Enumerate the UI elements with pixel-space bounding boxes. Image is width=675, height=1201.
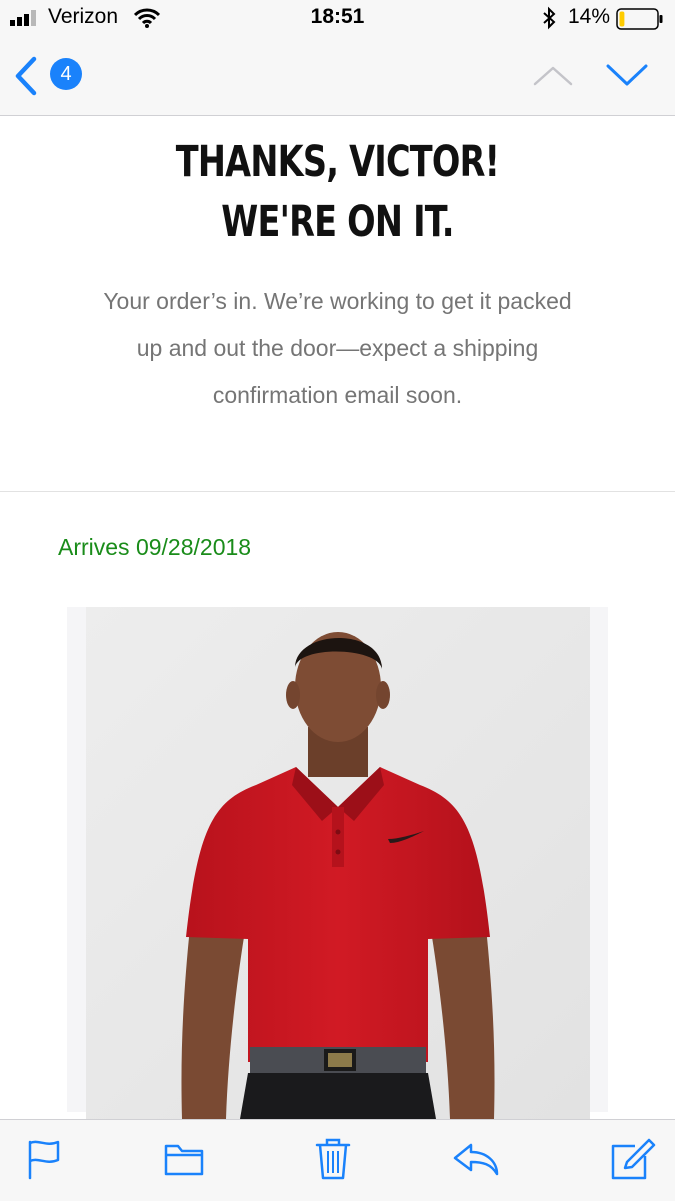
email-body[interactable]: THANKS, VICTOR! WE'RE ON IT. Your order’… <box>0 116 675 1119</box>
product-photo[interactable] <box>86 607 590 1119</box>
headline-line-1: THANKS, VICTOR! <box>175 137 500 187</box>
battery-level-fill <box>619 11 625 27</box>
unread-count-badge[interactable]: 4 <box>50 58 82 90</box>
bottom-toolbar <box>0 1119 675 1201</box>
compose-icon[interactable] <box>609 1138 657 1180</box>
status-bar: Verizon 18:51 14% <box>0 0 675 38</box>
red-polo-model-illustration <box>86 607 590 1119</box>
headline-line-2: WE'RE ON IT. <box>221 197 454 247</box>
arrival-date: Arrives 09/28/2018 <box>58 534 252 560</box>
reply-icon[interactable] <box>451 1138 501 1180</box>
trash-icon[interactable] <box>315 1138 351 1180</box>
battery-percent: 14% <box>568 5 611 28</box>
divider <box>0 491 675 492</box>
bluetooth-icon <box>543 6 556 30</box>
email-message: Your order’s in. We’re working to get it… <box>103 288 572 408</box>
chevron-left-icon[interactable] <box>12 56 40 96</box>
nav-bar: 4 <box>0 38 675 116</box>
folder-icon[interactable] <box>163 1138 205 1180</box>
flag-icon[interactable] <box>26 1138 62 1180</box>
email-headline: THANKS, VICTOR! WE'RE ON IT. <box>74 132 601 252</box>
battery-icon <box>616 8 663 30</box>
chevron-up-icon[interactable] <box>533 60 573 90</box>
chevron-down-icon[interactable] <box>606 60 648 90</box>
